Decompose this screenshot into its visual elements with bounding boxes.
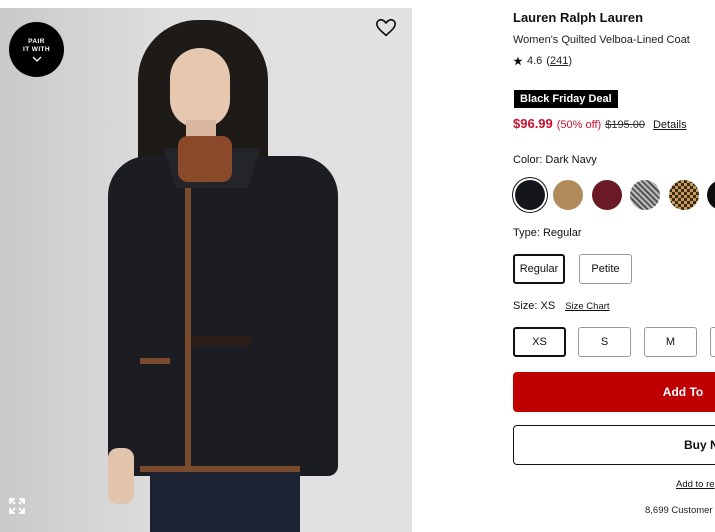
pair-it-with-line1: PAIR: [28, 37, 45, 45]
size-s-button[interactable]: S: [578, 327, 631, 357]
size-xs-button[interactable]: XS: [513, 327, 566, 357]
swatch-houndstooth[interactable]: [669, 180, 699, 210]
type-label: Type: Regular: [513, 227, 582, 239]
swatch-grey-tweed[interactable]: [630, 180, 660, 210]
model-jeans: [150, 472, 300, 532]
model-hand: [108, 448, 134, 504]
size-l-button[interactable]: [710, 327, 715, 357]
add-to-registry-link[interactable]: Add to re: [676, 479, 715, 490]
customers-count: 8,699 Customer: [645, 505, 713, 516]
quilted-coat: [108, 156, 338, 476]
swatch-black[interactable]: [707, 180, 715, 210]
price-row: $96.99 (50% off) $195.00 Details: [513, 116, 687, 131]
details-link[interactable]: Details: [653, 119, 687, 131]
type-petite-button[interactable]: Petite: [579, 254, 632, 284]
model-face: [170, 48, 230, 128]
pair-it-with-button[interactable]: PAIR IT WITH: [9, 22, 64, 77]
size-row: Size: XS Size Chart: [513, 300, 610, 312]
coat-pocket-trim: [140, 358, 170, 364]
model-scarf: [178, 136, 232, 182]
expand-icon[interactable]: [8, 497, 26, 515]
rating-value: 4.6: [527, 55, 543, 67]
discount-percent: (50% off): [556, 119, 602, 131]
swatch-dark-navy[interactable]: [515, 180, 545, 210]
swatch-camel[interactable]: [553, 180, 583, 210]
star-icon: [513, 56, 523, 66]
swatch-burgundy[interactable]: [592, 180, 622, 210]
type-regular-button[interactable]: Regular: [513, 254, 565, 284]
product-name: Women's Quilted Velboa-Lined Coat: [513, 34, 690, 46]
color-label: Color: Dark Navy: [513, 154, 597, 166]
chevron-down-icon: [32, 56, 41, 62]
brand-name[interactable]: Lauren Ralph Lauren: [513, 10, 643, 25]
sale-price: $96.99: [513, 116, 553, 131]
size-chart-link[interactable]: Size Chart: [565, 301, 609, 312]
size-label: Size: XS: [513, 300, 556, 312]
rating: 4.6 (241): [513, 55, 572, 67]
product-image[interactable]: [0, 8, 412, 532]
size-m-button[interactable]: M: [644, 327, 697, 357]
add-to-bag-button[interactable]: Add To: [513, 372, 715, 412]
coat-trim: [185, 188, 191, 468]
pair-it-with-line2: IT WITH: [23, 45, 50, 53]
black-friday-badge: Black Friday Deal: [514, 90, 618, 108]
original-price: $195.00: [605, 119, 645, 131]
heart-icon[interactable]: [375, 17, 397, 39]
buy-now-button[interactable]: Buy N: [513, 425, 715, 465]
review-count-link[interactable]: 241: [550, 55, 568, 67]
model-belt: [192, 336, 252, 346]
